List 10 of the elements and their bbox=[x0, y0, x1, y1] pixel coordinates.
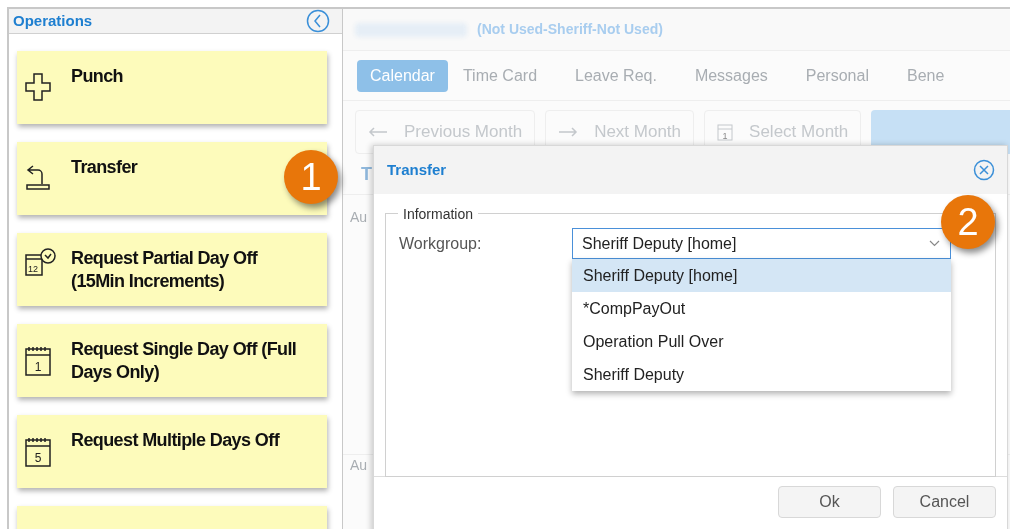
field-label: Workgroup: bbox=[399, 233, 483, 254]
calendar-icon: 1 bbox=[717, 123, 734, 141]
calendar-icon: 1 bbox=[25, 346, 51, 376]
employee-subtitle: (Not Used-Sheriff-Not Used) bbox=[477, 20, 663, 39]
date-label: Au bbox=[350, 208, 368, 227]
date-label: Au bbox=[350, 456, 368, 475]
column-header: T bbox=[361, 163, 372, 186]
dialog-title: Transfer bbox=[387, 159, 447, 180]
calendar-icon: 5 bbox=[25, 437, 51, 467]
sidebar-title: Operations bbox=[13, 10, 93, 31]
